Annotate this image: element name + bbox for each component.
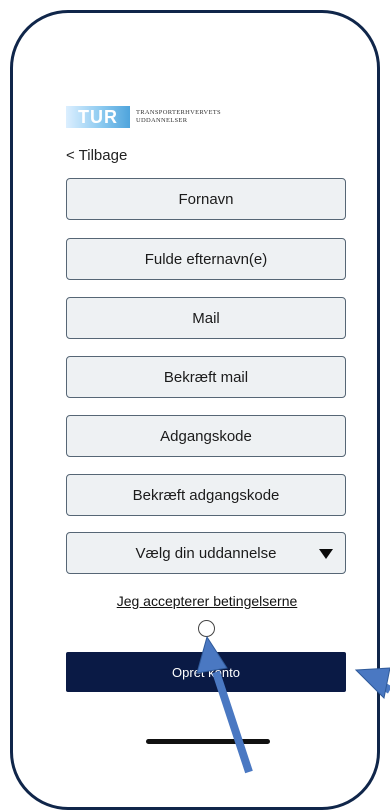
annotation-arrow-up (196, 635, 253, 774)
annotation-arrows (196, 635, 390, 774)
arrow-up-shaft (212, 670, 253, 774)
annotation-arrow-left (354, 667, 390, 700)
arrow-up-head (196, 635, 228, 674)
arrow-left-head (354, 667, 390, 700)
